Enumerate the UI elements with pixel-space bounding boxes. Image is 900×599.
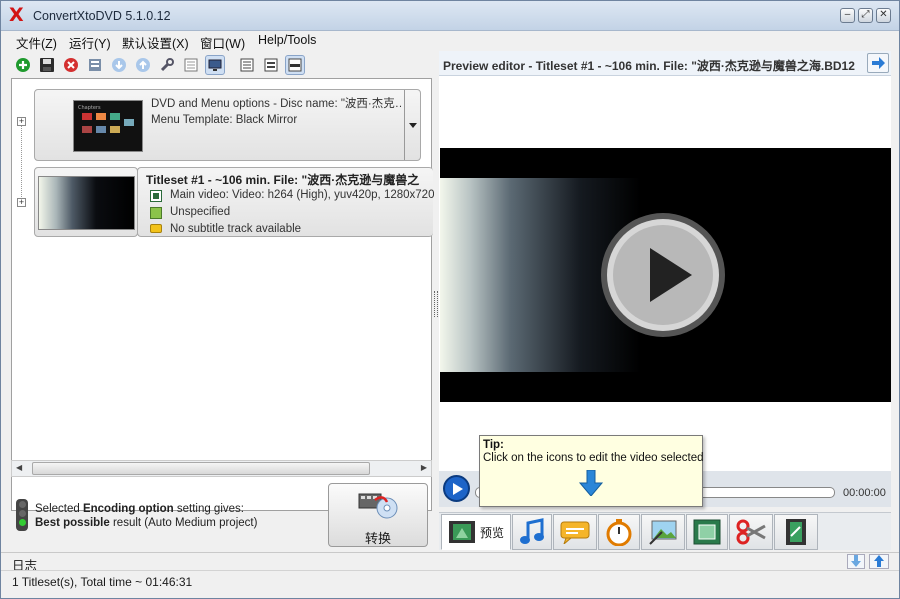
tab-subtitles[interactable]	[553, 514, 597, 550]
encoding-line-1: Selected Encoding option setting gives:	[35, 503, 244, 515]
arrow-down-icon	[851, 555, 861, 567]
tab-audio[interactable]	[512, 514, 552, 550]
scroll-left-icon[interactable]: ◀	[16, 463, 22, 472]
menu-file[interactable]: 文件(Z)	[16, 33, 57, 52]
preview-title: Preview editor - Titleset #1 - ~106 min.…	[443, 59, 855, 73]
tab-merge[interactable]	[774, 514, 818, 550]
menu-defaults[interactable]: 默认设置(X)	[122, 33, 189, 52]
menu-window[interactable]: 窗口(W)	[200, 33, 245, 52]
play-overlay-icon[interactable]	[598, 210, 728, 340]
tab-preview[interactable]: 预览	[441, 514, 511, 550]
tab-preview-label: 预览	[479, 525, 504, 540]
convert-icon	[358, 493, 398, 519]
add-icon[interactable]	[13, 55, 33, 75]
convert-button[interactable]: 转换	[328, 483, 428, 547]
video-icon	[150, 190, 162, 202]
expand-titleset-button[interactable]: +	[17, 198, 26, 207]
dvd-menu-card[interactable]: Chapters DVD and Menu options - Disc nam…	[34, 89, 421, 161]
settings-icon[interactable]	[157, 55, 177, 75]
tab-chapters[interactable]	[598, 514, 640, 550]
editor-tabs: 预览	[439, 512, 891, 550]
encoding-line-2: Best possible result (Auto Medium projec…	[35, 517, 258, 529]
log-up-button[interactable]	[869, 554, 889, 569]
scrollbar-thumb[interactable]	[32, 462, 370, 475]
play-icon	[452, 482, 463, 495]
tree-connector	[21, 121, 22, 201]
subtitle-bubble-icon	[560, 521, 590, 544]
expand-dvd-menu-button[interactable]: +	[17, 117, 26, 126]
menu-template: Menu Template: Black Mirror	[151, 114, 298, 126]
menu-run[interactable]: 运行(Y)	[69, 33, 111, 52]
horizontal-scrollbar[interactable]: ◀ ▶	[11, 460, 432, 477]
remove-icon[interactable]	[61, 55, 81, 75]
audio-info: Unspecified	[170, 206, 231, 218]
scroll-right-icon[interactable]: ▶	[421, 463, 427, 472]
dvd-menu-dropdown-button[interactable]	[404, 90, 420, 160]
convert-label: 转换	[364, 531, 391, 546]
play-button[interactable]	[443, 475, 470, 502]
move-up-icon[interactable]	[133, 55, 153, 75]
app-logo-icon: X	[9, 4, 24, 26]
menu-layout-icon[interactable]	[181, 55, 201, 75]
titleset-title: Titleset #1 - ~106 min. File: "波西·杰克逊与魔兽…	[146, 173, 420, 187]
minimize-button[interactable]: ‒	[840, 8, 855, 23]
time-display: 00:00:00	[843, 487, 886, 499]
encoding-status: Selected Encoding option setting gives: …	[11, 481, 331, 547]
view-detail-icon[interactable]	[261, 55, 281, 75]
chevron-down-icon	[408, 122, 417, 128]
app-window: X ConvertXtoDVD 5.1.0.12 ‒ ⤢ ✕ 文件(Z) 运行(…	[0, 0, 900, 599]
main-video-info: Main video: Video: h264 (High), yuv420p,…	[170, 189, 434, 201]
tip-title: Tip:	[483, 439, 504, 451]
picture-wand-icon	[649, 520, 677, 545]
video-preview[interactable]	[440, 148, 891, 402]
stopwatch-icon	[606, 519, 632, 546]
move-down-icon[interactable]	[109, 55, 129, 75]
titleset-thumbnail	[38, 176, 135, 230]
view-list-icon[interactable]	[237, 55, 257, 75]
window-title: ConvertXtoDVD 5.1.0.12	[33, 9, 171, 23]
view-compact-icon[interactable]	[285, 55, 305, 75]
dvd-menu-title: DVD and Menu options - Disc name: "波西·杰克…	[151, 98, 401, 110]
maximize-button[interactable]: ⤢	[858, 8, 873, 23]
close-button[interactable]: ✕	[876, 8, 891, 23]
status-bar: 1 Titleset(s), Total time ~ 01:46:31	[1, 570, 899, 598]
status-text: 1 Titleset(s), Total time ~ 01:46:31	[12, 575, 193, 589]
film-preview-icon	[448, 521, 475, 543]
menu-help-tools[interactable]: Help/Tools	[258, 33, 316, 47]
traffic-light-icon	[16, 499, 28, 531]
panel-splitter[interactable]	[434, 291, 438, 317]
tip-body: Click on the icons to edit the video sel…	[483, 452, 704, 464]
arrow-up-icon	[874, 555, 884, 567]
film-strip-icon	[786, 519, 806, 545]
subtitle-icon	[150, 224, 162, 233]
tab-cut[interactable]	[729, 514, 773, 550]
crop-screen-icon	[693, 519, 721, 545]
title-bar: X ConvertXtoDVD 5.1.0.12 ‒ ⤢ ✕	[1, 1, 899, 31]
preview-panel: Preview editor - Titleset #1 - ~106 min.…	[439, 51, 899, 551]
preview-header: Preview editor - Titleset #1 - ~106 min.…	[439, 51, 891, 76]
audio-icon	[150, 207, 162, 219]
menu-thumbnail: Chapters	[73, 100, 143, 152]
project-tree: + Chapters DVD and Menu options - Disc n…	[11, 78, 434, 511]
menu-bar: 文件(Z) 运行(Y) 默认设置(X) 窗口(W) Help/Tools	[1, 31, 899, 51]
save-icon[interactable]	[37, 55, 57, 75]
log-bar: 日志	[1, 552, 899, 573]
project-panel: + Chapters DVD and Menu options - Disc n…	[1, 51, 435, 551]
titleset-thumb-card[interactable]	[34, 167, 138, 237]
scissors-icon	[736, 519, 766, 545]
properties-icon[interactable]	[85, 55, 105, 75]
log-down-button[interactable]	[847, 554, 865, 569]
subtitle-info: No subtitle track available	[170, 223, 302, 235]
arrow-right-icon	[872, 57, 885, 69]
tab-crop[interactable]	[686, 514, 728, 550]
tab-image-adjust[interactable]	[641, 514, 685, 550]
arrow-down-icon	[578, 470, 604, 496]
tip-tooltip: Tip: Click on the icons to edit the vide…	[479, 435, 704, 507]
next-arrow-button[interactable]	[867, 53, 889, 73]
music-note-icon	[520, 518, 544, 544]
monitor-icon[interactable]	[205, 55, 225, 75]
titleset-card[interactable]: Titleset #1 - ~106 min. File: "波西·杰克逊与魔兽…	[137, 167, 434, 237]
svg-text:Chapters: Chapters	[78, 105, 101, 111]
